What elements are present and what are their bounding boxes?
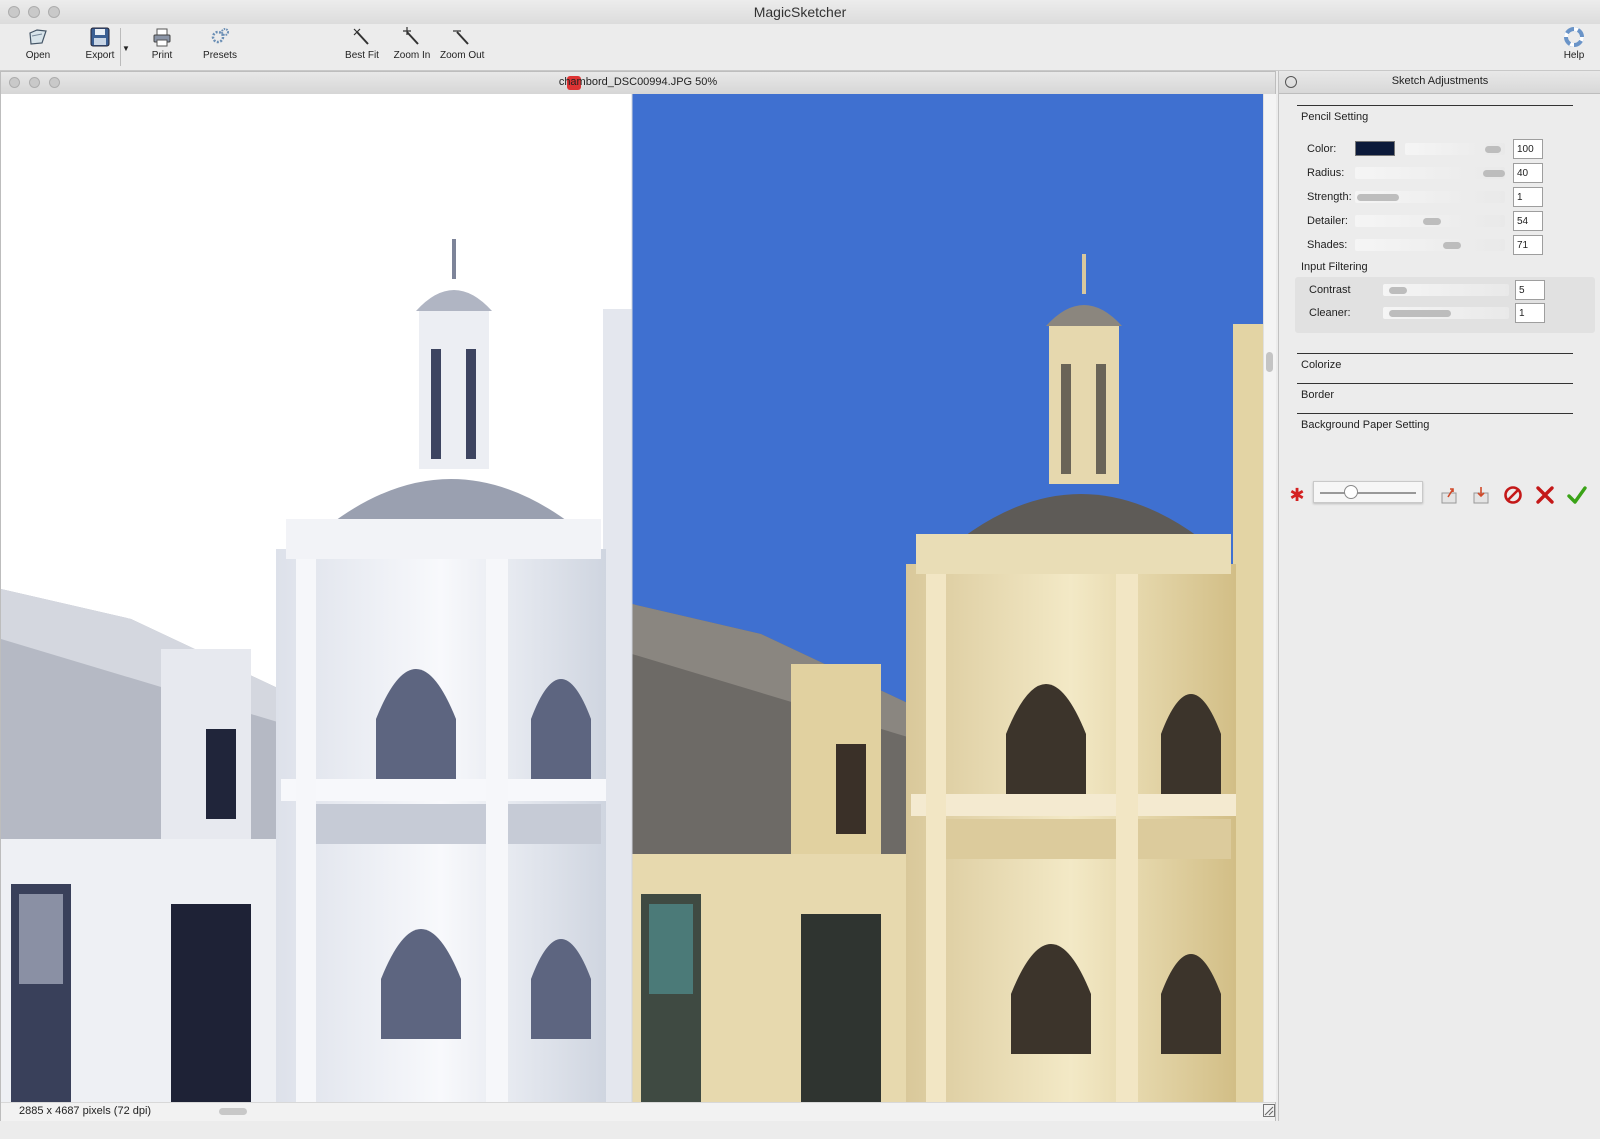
input-filtering-label: Input Filtering: [1301, 261, 1368, 273]
resize-grip-icon[interactable]: [1263, 1102, 1275, 1118]
radius-value-field[interactable]: 40: [1513, 163, 1543, 183]
help-lifebuoy-icon: [1564, 27, 1584, 47]
zoom-out-label: Zoom Out: [440, 50, 485, 61]
import-preset-icon[interactable]: [1471, 485, 1491, 505]
zoom-in-wand-icon: [403, 27, 419, 45]
print-label: Print: [151, 50, 173, 61]
strength-row: Strength: 1: [1307, 187, 1600, 208]
cleaner-label: Cleaner:: [1309, 307, 1351, 319]
best-fit-wand-icon: [353, 28, 369, 45]
help-button[interactable]: Help: [1558, 26, 1590, 61]
shades-row: Shades: 71: [1307, 235, 1600, 256]
document-window: chambord_DSC00994.JPG 50% 2885 x 4687 pi…: [0, 71, 1276, 1121]
contrast-row: Contrast 5: [1309, 280, 1600, 301]
section-pencil-setting[interactable]: Pencil Setting: [1297, 105, 1597, 125]
radius-label: Radius:: [1307, 167, 1345, 179]
document-title: chambord_DSC00994.JPG 50%: [558, 76, 718, 88]
color-label: Color:: [1307, 143, 1337, 155]
apply-check-icon[interactable]: [1567, 485, 1587, 505]
sketch-preview: [1, 94, 632, 1102]
cleaner-row: Cleaner: 1: [1309, 303, 1600, 324]
cancel-x-icon[interactable]: [1535, 485, 1555, 505]
image-canvas[interactable]: [1, 94, 1263, 1102]
preview-split-slider[interactable]: [1313, 481, 1423, 503]
section-colorize[interactable]: Colorize: [1297, 353, 1597, 373]
color-value-field[interactable]: 100: [1513, 139, 1543, 159]
section-border-label: Border: [1301, 389, 1335, 401]
strength-label: Strength:: [1307, 191, 1352, 203]
radius-slider-thumb[interactable]: [1483, 170, 1505, 177]
shades-slider[interactable]: [1355, 239, 1505, 251]
horizontal-scroll-thumb[interactable]: [219, 1108, 247, 1115]
pencil-color-swatch[interactable]: [1355, 141, 1395, 156]
color-slider[interactable]: [1405, 143, 1505, 155]
open-label: Open: [25, 50, 51, 61]
zoom-in-button[interactable]: Zoom In: [390, 26, 434, 61]
vertical-scrollbar[interactable]: [1263, 94, 1276, 1102]
sketch-adjustments-panel: Sketch Adjustments Pencil Setting Color:…: [1278, 71, 1600, 1121]
panel-title: Sketch Adjustments: [1391, 75, 1489, 87]
detailer-value-field[interactable]: 54: [1513, 211, 1543, 231]
status-bar: 2885 x 4687 pixels (72 dpi): [1, 1102, 1275, 1121]
preview-split-thumb[interactable]: [1344, 485, 1358, 499]
export-button[interactable]: Export: [80, 26, 120, 61]
detailer-slider[interactable]: [1355, 215, 1505, 227]
best-fit-button[interactable]: Best Fit: [340, 26, 384, 61]
cleaner-slider[interactable]: [1383, 307, 1509, 319]
toolbar: Open Export ▼ Print Presets Best Fit Zoo…: [0, 24, 1600, 71]
panel-title-bar: Sketch Adjustments: [1279, 71, 1600, 94]
radius-slider[interactable]: [1355, 167, 1505, 179]
strength-slider-thumb[interactable]: [1357, 194, 1399, 201]
original-photo: [632, 94, 1263, 1102]
best-fit-label: Best Fit: [345, 50, 379, 61]
print-button[interactable]: Print: [144, 26, 180, 61]
presets-label: Presets: [203, 50, 237, 61]
vertical-scroll-thumb[interactable]: [1266, 352, 1273, 372]
section-colorize-label: Colorize: [1301, 359, 1342, 371]
reset-asterisk-icon[interactable]: ✱: [1287, 485, 1307, 505]
section-pencil-setting-label: Pencil Setting: [1301, 111, 1369, 123]
section-border[interactable]: Border: [1297, 383, 1597, 403]
cleaner-slider-thumb[interactable]: [1389, 310, 1451, 317]
print-icon: [153, 28, 171, 47]
export-dropdown[interactable]: ▼: [120, 28, 130, 66]
presets-button[interactable]: Presets: [198, 26, 242, 61]
contrast-label: Contrast: [1309, 284, 1351, 296]
contrast-slider[interactable]: [1383, 284, 1509, 296]
color-row: Color: 100: [1307, 139, 1600, 160]
help-label: Help: [1563, 50, 1585, 61]
open-button[interactable]: Open: [22, 26, 54, 61]
color-slider-thumb[interactable]: [1485, 146, 1501, 153]
strength-slider[interactable]: [1355, 191, 1505, 203]
stop-icon[interactable]: [1503, 485, 1523, 505]
app-title: MagicSketcher: [753, 4, 847, 20]
export-label: Export: [85, 50, 115, 61]
open-icon: [29, 29, 47, 45]
detailer-slider-thumb[interactable]: [1423, 218, 1441, 225]
shades-slider-thumb[interactable]: [1443, 242, 1461, 249]
zoom-in-label: Zoom In: [393, 50, 431, 61]
document-title-bar: chambord_DSC00994.JPG 50%: [1, 72, 1275, 95]
cleaner-value-field[interactable]: 1: [1515, 303, 1545, 323]
title-bar: MagicSketcher: [0, 0, 1600, 24]
section-background-paper[interactable]: Background Paper Setting: [1297, 413, 1597, 433]
dropdown-arrow-icon: ▼: [122, 44, 130, 53]
section-background-paper-label: Background Paper Setting: [1301, 419, 1430, 431]
split-preview-image: [1, 94, 1263, 1102]
strength-value-field[interactable]: 1: [1513, 187, 1543, 207]
save-disk-icon: [90, 27, 110, 47]
contrast-value-field[interactable]: 5: [1515, 280, 1545, 300]
shades-label: Shades:: [1307, 239, 1348, 251]
zoom-out-button[interactable]: Zoom Out: [440, 26, 484, 61]
contrast-slider-thumb[interactable]: [1389, 287, 1407, 294]
gears-icon: [211, 28, 229, 44]
zoom-out-wand-icon: [453, 30, 469, 45]
shades-value-field[interactable]: 71: [1513, 235, 1543, 255]
radius-row: Radius: 40: [1307, 163, 1600, 184]
detailer-label: Detailer:: [1307, 215, 1348, 227]
export-preset-icon[interactable]: [1439, 485, 1459, 505]
detailer-row: Detailer: 54: [1307, 211, 1600, 232]
image-dimensions: 2885 x 4687 pixels (72 dpi): [19, 1105, 152, 1117]
